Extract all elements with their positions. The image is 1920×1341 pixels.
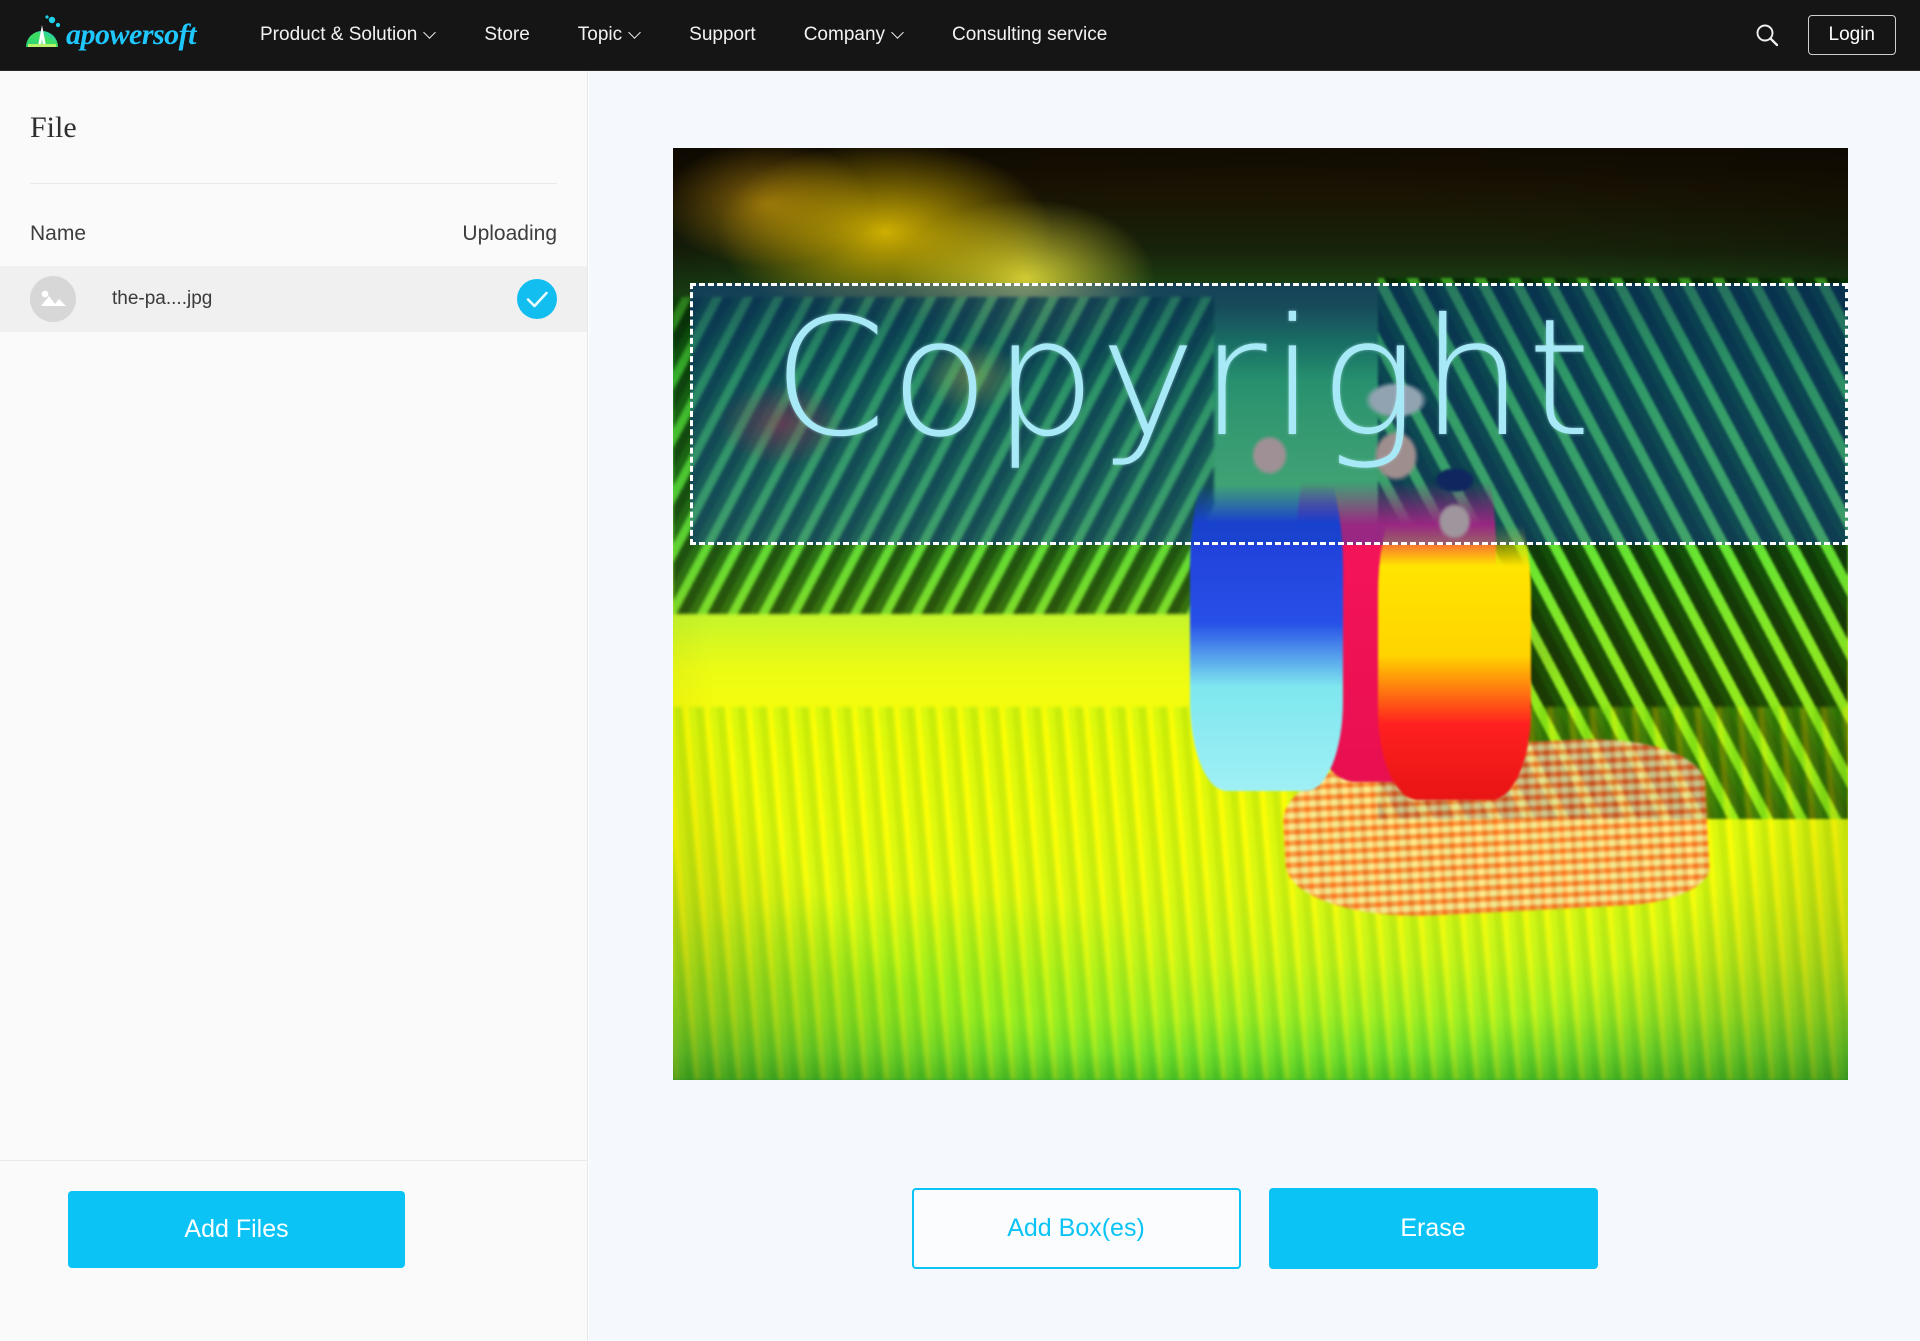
check-circle-icon <box>517 279 557 319</box>
image-preview[interactable]: Copyright <box>673 148 1848 1080</box>
login-button[interactable]: Login <box>1807 15 1896 55</box>
add-files-button[interactable]: Add Files <box>68 1191 405 1268</box>
nav-label: Product & Solution <box>260 24 418 45</box>
selection-box[interactable] <box>690 283 1848 545</box>
nav-links: Product & Solution Store Topic Support C… <box>236 0 1131 70</box>
column-header-status: Uploading <box>462 222 557 245</box>
sidebar-bottom-divider <box>0 1160 587 1161</box>
nav-item-topic[interactable]: Topic <box>554 0 665 70</box>
nav-label: Support <box>689 24 756 45</box>
search-icon[interactable] <box>1752 20 1782 50</box>
chevron-down-icon <box>425 28 436 39</box>
app-root: apowersoft Product & Solution Store Topi… <box>0 0 1920 1341</box>
nav-right-group: Login <box>1752 15 1896 55</box>
column-header-name: Name <box>30 222 87 245</box>
brand-logo[interactable]: apowersoft <box>20 13 197 57</box>
nav-item-consulting-service[interactable]: Consulting service <box>928 0 1131 70</box>
upload-status <box>517 279 557 319</box>
sidebar-title: File <box>30 111 77 144</box>
nav-label: Company <box>803 24 886 45</box>
nav-label: Store <box>484 24 530 45</box>
file-sidebar: File Name Uploading the-pa....jpg Add Fi… <box>0 71 588 1341</box>
nav-item-store[interactable]: Store <box>460 0 553 70</box>
file-list-header: Name Uploading <box>0 184 587 266</box>
nav-item-company[interactable]: Company <box>780 0 928 70</box>
nav-item-product-solution[interactable]: Product & Solution <box>236 0 460 70</box>
editor-action-bar: Add Box(es) Erase <box>589 1188 1920 1269</box>
top-navbar: apowersoft Product & Solution Store Topi… <box>0 0 1920 71</box>
add-boxes-button[interactable]: Add Box(es) <box>911 1188 1241 1269</box>
nav-label: Consulting service <box>952 24 1108 45</box>
image-placeholder-icon <box>30 276 76 322</box>
apowersoft-logo-icon <box>20 13 64 57</box>
chevron-down-icon <box>893 28 904 39</box>
nav-item-support[interactable]: Support <box>665 0 780 70</box>
editor-canvas-area: Copyright Add Box(es) Erase <box>589 71 1920 1341</box>
file-name-label: the-pa....jpg <box>112 288 213 309</box>
file-list-item[interactable]: the-pa....jpg <box>0 266 587 332</box>
erase-button[interactable]: Erase <box>1268 1188 1598 1269</box>
brand-name: apowersoft <box>66 18 197 51</box>
chevron-down-icon <box>630 28 641 39</box>
nav-label: Topic <box>577 24 623 45</box>
